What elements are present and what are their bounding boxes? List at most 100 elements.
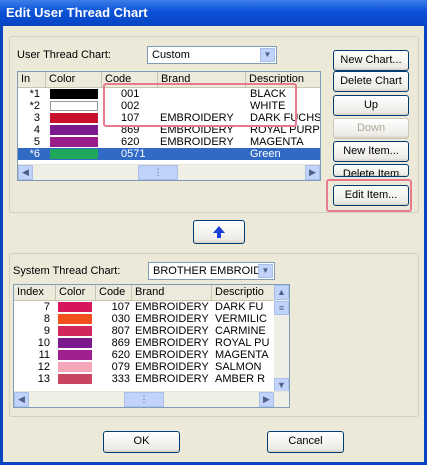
cell-code: 620 <box>121 136 140 148</box>
cell-description: Green <box>250 148 281 160</box>
col-brand[interactable]: Brand <box>132 285 212 300</box>
cell-brand: EMBROIDERY <box>135 325 209 337</box>
cell-code: 030 <box>111 313 130 325</box>
cell-index: 8 <box>43 313 50 325</box>
cell-index: *1 <box>29 88 40 100</box>
table-row[interactable]: *6 0571 Green <box>18 148 320 160</box>
cell-index: 10 <box>37 337 50 349</box>
table-row[interactable]: 8 030 EMBROIDERY VERMILIC <box>14 313 276 325</box>
color-swatch <box>58 350 92 360</box>
table-row[interactable]: 11 620 EMBROIDERY MAGENTA <box>14 349 276 361</box>
system-list-hscroll[interactable]: ◀ ⋮ ▶ <box>14 391 289 407</box>
cell-index: *2 <box>29 100 40 112</box>
scroll-left-icon[interactable]: ◀ <box>18 165 33 180</box>
title-bar: Edit User Thread Chart <box>0 0 427 26</box>
cell-description: CARMINE <box>215 325 266 337</box>
table-row[interactable]: 7 107 EMBROIDERY DARK FU <box>14 301 276 313</box>
color-swatch <box>58 362 92 372</box>
cell-code: 333 <box>111 373 130 385</box>
scroll-thumb[interactable]: ≡ <box>274 301 289 315</box>
cell-code: 807 <box>111 325 130 337</box>
user-list-hscroll[interactable]: ◀ ⋮ ▶ <box>18 164 320 180</box>
color-swatch <box>50 89 98 99</box>
cell-code: 869 <box>111 337 130 349</box>
user-chart-combo[interactable]: Custom ▼ <box>147 46 277 64</box>
cell-index: 3 <box>33 112 40 124</box>
move-up-arrow-button[interactable] <box>193 220 245 244</box>
color-swatch <box>58 374 92 384</box>
delete-chart-button[interactable]: Delete Chart <box>333 71 409 92</box>
table-row[interactable]: 10 869 EMBROIDERY ROYAL PU <box>14 337 276 349</box>
cell-index: 9 <box>43 325 50 337</box>
color-swatch <box>50 125 98 135</box>
cell-brand: EMBROIDERY <box>160 136 234 148</box>
cell-description: AMBER R <box>215 373 266 385</box>
color-swatch <box>50 137 98 147</box>
down-button[interactable]: Down <box>333 118 409 139</box>
highlight-edit-item <box>326 179 412 212</box>
table-row[interactable]: 9 807 EMBROIDERY CARMINE <box>14 325 276 337</box>
ok-button[interactable]: OK <box>103 431 180 453</box>
col-index[interactable]: Index <box>14 285 56 300</box>
delete-item-button[interactable]: Delete Item <box>333 164 409 177</box>
cell-brand: EMBROIDERY <box>135 373 209 385</box>
cell-description: VERMILIC <box>215 313 267 325</box>
cell-index: 4 <box>33 124 40 136</box>
cancel-button[interactable]: Cancel <box>267 431 344 453</box>
cell-index: 7 <box>43 301 50 313</box>
cell-index: 5 <box>33 136 40 148</box>
table-row[interactable]: 13 333 EMBROIDERY AMBER R <box>14 373 276 385</box>
new-chart-button[interactable]: New Chart... <box>333 50 409 71</box>
cell-brand: EMBROIDERY <box>135 301 209 313</box>
scroll-up-icon[interactable]: ▲ <box>274 285 289 300</box>
system-list-header: Index Color Code Brand Descriptio <box>14 285 289 301</box>
arrow-up-icon <box>213 226 225 238</box>
cell-description: DARK FU <box>215 301 264 313</box>
col-color[interactable]: Color <box>56 285 96 300</box>
chevron-down-icon[interactable]: ▼ <box>258 264 273 278</box>
color-swatch <box>50 149 98 159</box>
color-swatch <box>50 101 98 111</box>
cell-index: *6 <box>29 148 40 160</box>
window-title: Edit User Thread Chart <box>6 5 148 20</box>
user-chart-label: User Thread Chart: <box>17 49 111 61</box>
cell-description: ROYAL PU <box>215 337 270 349</box>
cell-brand: EMBROIDERY <box>135 313 209 325</box>
scroll-right-icon[interactable]: ▶ <box>305 165 320 180</box>
cell-brand: EMBROIDERY <box>135 361 209 373</box>
cell-index: 13 <box>37 373 50 385</box>
highlight-user-rows <box>103 83 297 127</box>
col-code[interactable]: Code <box>96 285 132 300</box>
col-description[interactable]: Descriptio <box>212 285 276 300</box>
table-row[interactable]: 12 079 EMBROIDERY SALMON <box>14 361 276 373</box>
system-list-vscroll[interactable]: ▲ ≡ ▼ <box>274 285 289 393</box>
color-swatch <box>58 302 92 312</box>
up-button[interactable]: Up <box>333 95 409 116</box>
scroll-left-icon[interactable]: ◀ <box>14 392 29 407</box>
system-chart-label: System Thread Chart: <box>13 265 121 277</box>
cell-brand: EMBROIDERY <box>135 337 209 349</box>
color-swatch <box>58 326 92 336</box>
col-color[interactable]: Color <box>46 72 102 87</box>
cell-code: 620 <box>111 349 130 361</box>
system-chart-combo-value: BROTHER EMBROID <box>153 265 262 277</box>
cell-description: SALMON <box>215 361 262 373</box>
system-chart-combo[interactable]: BROTHER EMBROID ▼ <box>148 262 275 280</box>
cell-code: 079 <box>111 361 130 373</box>
cell-index: 12 <box>37 361 50 373</box>
new-item-button[interactable]: New Item... <box>333 141 409 162</box>
system-thread-list[interactable]: Index Color Code Brand Descriptio 7 107 EM… <box>13 284 290 408</box>
cell-index: 11 <box>38 349 50 361</box>
cell-code: 0571 <box>121 148 146 160</box>
scroll-thumb[interactable]: ⋮ <box>138 165 178 180</box>
cell-brand: EMBROIDERY <box>135 349 209 361</box>
scroll-right-icon[interactable]: ▶ <box>259 392 274 407</box>
table-row[interactable]: 5 620 EMBROIDERY MAGENTA <box>18 136 320 148</box>
color-swatch <box>58 338 92 348</box>
scroll-thumb[interactable]: ⋮ <box>124 392 164 407</box>
cell-description: MAGENTA <box>215 349 269 361</box>
col-index[interactable]: In <box>18 72 46 87</box>
cell-code: 107 <box>111 301 130 313</box>
chevron-down-icon[interactable]: ▼ <box>260 48 275 62</box>
color-swatch <box>58 314 92 324</box>
